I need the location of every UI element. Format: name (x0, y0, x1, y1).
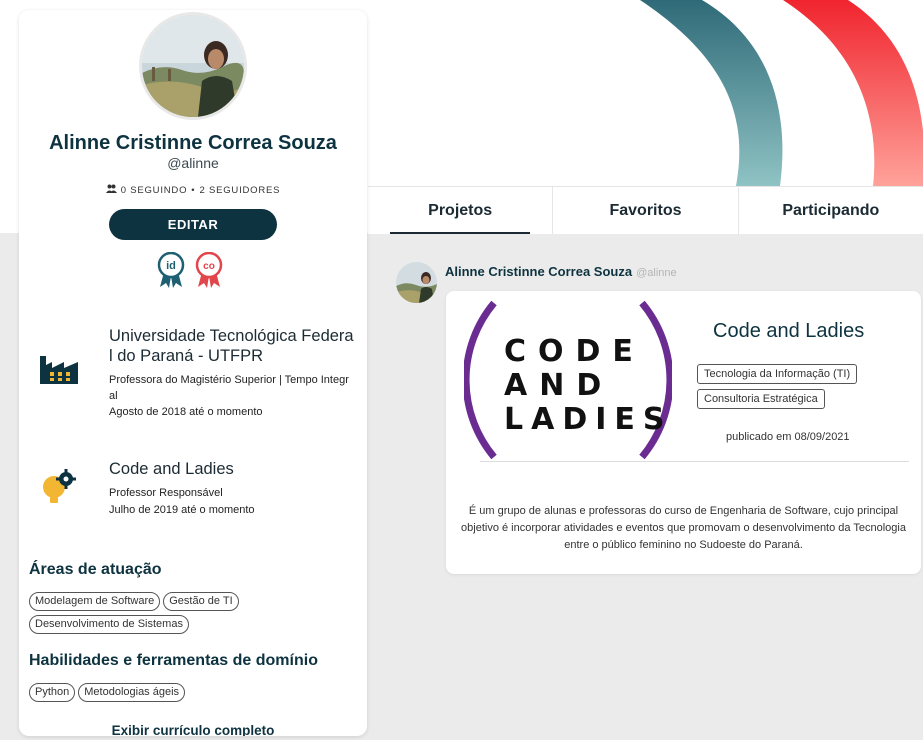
post-author-avatar[interactable] (396, 262, 437, 303)
experience-role: Professor Responsável (109, 487, 223, 499)
tab-favoritos[interactable]: Favoritos (553, 187, 739, 234)
areas-chips: Modelagem de Software Gestão de TI Desen… (29, 592, 359, 634)
experience-period: Julho de 2019 até o momento (109, 504, 255, 516)
co-badge-icon[interactable]: co (194, 252, 224, 288)
post-avatar-photo (396, 262, 437, 303)
code-and-ladies-logo: CODE AND LADIES (462, 299, 674, 461)
avatar[interactable] (139, 12, 247, 120)
full-cv-link[interactable]: Exibir currículo completo (19, 723, 367, 736)
areas-title: Áreas de atuação (29, 561, 162, 578)
area-chip[interactable]: Desenvolvimento de Sistemas (29, 615, 189, 634)
experience-period: Agosto de 2018 até o momento (109, 406, 263, 418)
svg-text:LADIES: LADIES (504, 402, 672, 437)
project-title[interactable]: Code and Ladies (713, 320, 864, 343)
orcid-badge-icon[interactable]: id (156, 252, 186, 288)
experience-organization[interactable]: Universidade Tecnológica Federal do Para… (109, 326, 354, 366)
svg-text:id: id (166, 260, 176, 272)
skills-title: Habilidades e ferramentas de domínio (29, 652, 318, 669)
experience-organization[interactable]: Code and Ladies (109, 459, 354, 479)
tab-participando[interactable]: Participando (739, 187, 923, 234)
post-author-name[interactable]: Alinne Cristinne Correa Souza (445, 264, 632, 279)
edit-profile-button[interactable]: EDITAR (109, 209, 277, 240)
experience-role: Professora do Magistério Superior | Temp… (109, 374, 349, 402)
post-author: Alinne Cristinne Correa Souza @alinne (445, 264, 677, 279)
card-divider (480, 461, 909, 462)
factory-icon (38, 352, 80, 391)
area-chip[interactable]: Gestão de TI (163, 592, 239, 611)
avatar-photo (142, 15, 244, 117)
skill-chip[interactable]: Python (29, 683, 76, 702)
people-icon (105, 184, 117, 196)
area-chip[interactable]: Modelagem de Software (29, 592, 161, 611)
followers-count[interactable]: 2 SEGUIDORES (199, 185, 280, 196)
following-count[interactable]: 0 SEGUINDO (121, 185, 188, 196)
svg-text:co: co (203, 261, 215, 272)
lightbulb-gear-icon (38, 467, 80, 512)
project-card[interactable]: CODE AND LADIES Code and Ladies Tecnolog… (446, 291, 921, 574)
svg-text:AND: AND (504, 368, 613, 403)
separator-dot: • (191, 184, 196, 196)
project-description: É um grupo de alunas e professoras do cu… (461, 505, 906, 551)
profile-card: Alinne Cristinne Correa Souza @alinne 0 … (19, 10, 367, 736)
skills-chips: Python Metodologias ágeis (29, 683, 359, 702)
project-tag[interactable]: Consultoria Estratégica (697, 389, 825, 409)
profile-name: Alinne Cristinne Correa Souza (49, 132, 337, 154)
published-date: publicado em 08/09/2021 (726, 431, 850, 443)
tab-projetos[interactable]: Projetos (368, 187, 554, 234)
project-tag[interactable]: Tecnologia da Informação (TI) (697, 364, 858, 384)
svg-text:CODE: CODE (504, 334, 645, 369)
skill-chip[interactable]: Metodologias ágeis (78, 683, 186, 702)
badges: id co (156, 252, 224, 288)
follow-stats: 0 SEGUINDO • 2 SEGUIDORES (19, 184, 367, 196)
content-tabs: Projetos Favoritos Participando (368, 186, 923, 234)
profile-handle: @alinne (167, 155, 219, 171)
post-author-handle: @alinne (636, 267, 677, 279)
